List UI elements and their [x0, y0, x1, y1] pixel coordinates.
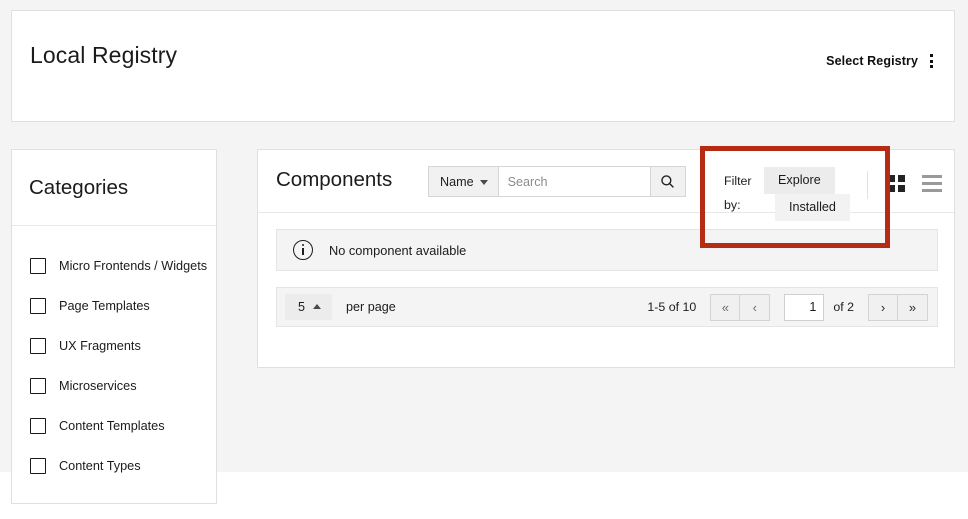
- dot: [930, 65, 933, 68]
- category-item-content-types[interactable]: Content Types: [12, 446, 216, 486]
- checkbox-icon[interactable]: [30, 298, 46, 314]
- search-input[interactable]: [497, 166, 650, 197]
- per-page-label: per page: [346, 300, 396, 314]
- category-item-page-templates[interactable]: Page Templates: [12, 286, 216, 326]
- per-page-select[interactable]: 5: [285, 294, 333, 320]
- categories-title: Categories: [29, 175, 129, 199]
- category-label: Content Templates: [59, 419, 165, 433]
- last-page-button[interactable]: »: [898, 293, 928, 321]
- categories-card: Categories Micro Frontends / Widgets Pag…: [11, 149, 217, 504]
- per-page-value: 5: [298, 300, 306, 314]
- sort-field-value: Name: [440, 174, 474, 189]
- page-title: Local Registry: [30, 42, 178, 68]
- page-number-input[interactable]: [784, 293, 825, 321]
- pagination-prev-group: « ‹: [710, 293, 771, 321]
- dot: [930, 54, 933, 57]
- filter-by-label-line2: by:: [724, 198, 741, 212]
- view-mode-toggles: [888, 175, 942, 192]
- grid-cell: [888, 185, 895, 192]
- list-line: [922, 182, 942, 185]
- category-item-microservices[interactable]: Microservices: [12, 366, 216, 406]
- chevron-up-icon: [313, 304, 322, 309]
- list-line: [922, 189, 942, 192]
- page-header-card: Local Registry Select Registry: [11, 10, 955, 122]
- first-page-button[interactable]: «: [710, 293, 741, 321]
- prev-page-button[interactable]: ‹: [740, 293, 771, 321]
- pagination-range: 1-5 of 10: [647, 300, 697, 314]
- filter-by-group: Filter by: Explore Installed: [724, 167, 850, 221]
- search-button[interactable]: [649, 166, 686, 197]
- components-card: Components Name Filter by:: [257, 149, 955, 368]
- category-item-ux-fragments[interactable]: UX Fragments: [12, 326, 216, 366]
- empty-state-alert: No component available: [276, 229, 938, 271]
- sort-field-select[interactable]: Name: [428, 166, 498, 197]
- total-pages-label: of 2: [833, 300, 854, 314]
- category-label: Content Types: [59, 459, 141, 473]
- category-label: Micro Frontends / Widgets: [59, 259, 208, 273]
- select-registry-button[interactable]: Select Registry: [826, 52, 936, 70]
- checkbox-icon[interactable]: [30, 418, 46, 434]
- vertical-dots-icon[interactable]: [927, 52, 936, 70]
- info-circle-icon: [293, 240, 313, 260]
- components-toolbar: Components Name Filter by:: [258, 150, 954, 221]
- checkbox-icon[interactable]: [30, 338, 46, 354]
- category-label: UX Fragments: [59, 339, 141, 353]
- filter-installed-button[interactable]: Installed: [775, 194, 850, 221]
- pagination-next-group: › »: [868, 293, 928, 321]
- grid-cell: [888, 175, 895, 182]
- filter-explore-button[interactable]: Explore: [764, 167, 835, 194]
- pagination-bar: 5 per page 1-5 of 10 « ‹ of 2 › »: [276, 287, 938, 327]
- app-page: Local Registry Select Registry Categorie…: [0, 0, 968, 519]
- components-title: Components: [276, 168, 393, 191]
- pagination-controls: 1-5 of 10 « ‹ of 2 › »: [647, 293, 928, 321]
- grid-cell: [898, 175, 905, 182]
- category-item-micro-frontends[interactable]: Micro Frontends / Widgets: [12, 246, 216, 286]
- filter-buttons: Explore Installed: [764, 167, 850, 221]
- chevron-down-icon: [479, 179, 488, 185]
- search-icon: [661, 175, 674, 188]
- toolbar-divider: [867, 171, 868, 199]
- checkbox-icon[interactable]: [30, 378, 46, 394]
- categories-header: Categories: [12, 150, 216, 226]
- category-label: Microservices: [59, 379, 137, 393]
- category-label: Page Templates: [59, 299, 150, 313]
- list-line: [922, 175, 942, 178]
- list-view-icon[interactable]: [922, 175, 942, 192]
- empty-state-message: No component available: [329, 242, 467, 258]
- dot: [930, 59, 933, 63]
- category-item-content-templates[interactable]: Content Templates: [12, 406, 216, 446]
- filter-by-label-line1: Filter: [724, 174, 752, 188]
- checkbox-icon[interactable]: [30, 458, 46, 474]
- grid-cell: [898, 185, 905, 192]
- filter-by-label: Filter by:: [724, 167, 758, 217]
- categories-list: Micro Frontends / Widgets Page Templates…: [12, 226, 216, 486]
- grid-view-icon[interactable]: [888, 175, 905, 192]
- select-registry-label: Select Registry: [826, 54, 918, 68]
- search-group: Name: [428, 166, 686, 197]
- checkbox-icon[interactable]: [30, 258, 46, 274]
- next-page-button[interactable]: ›: [868, 293, 898, 321]
